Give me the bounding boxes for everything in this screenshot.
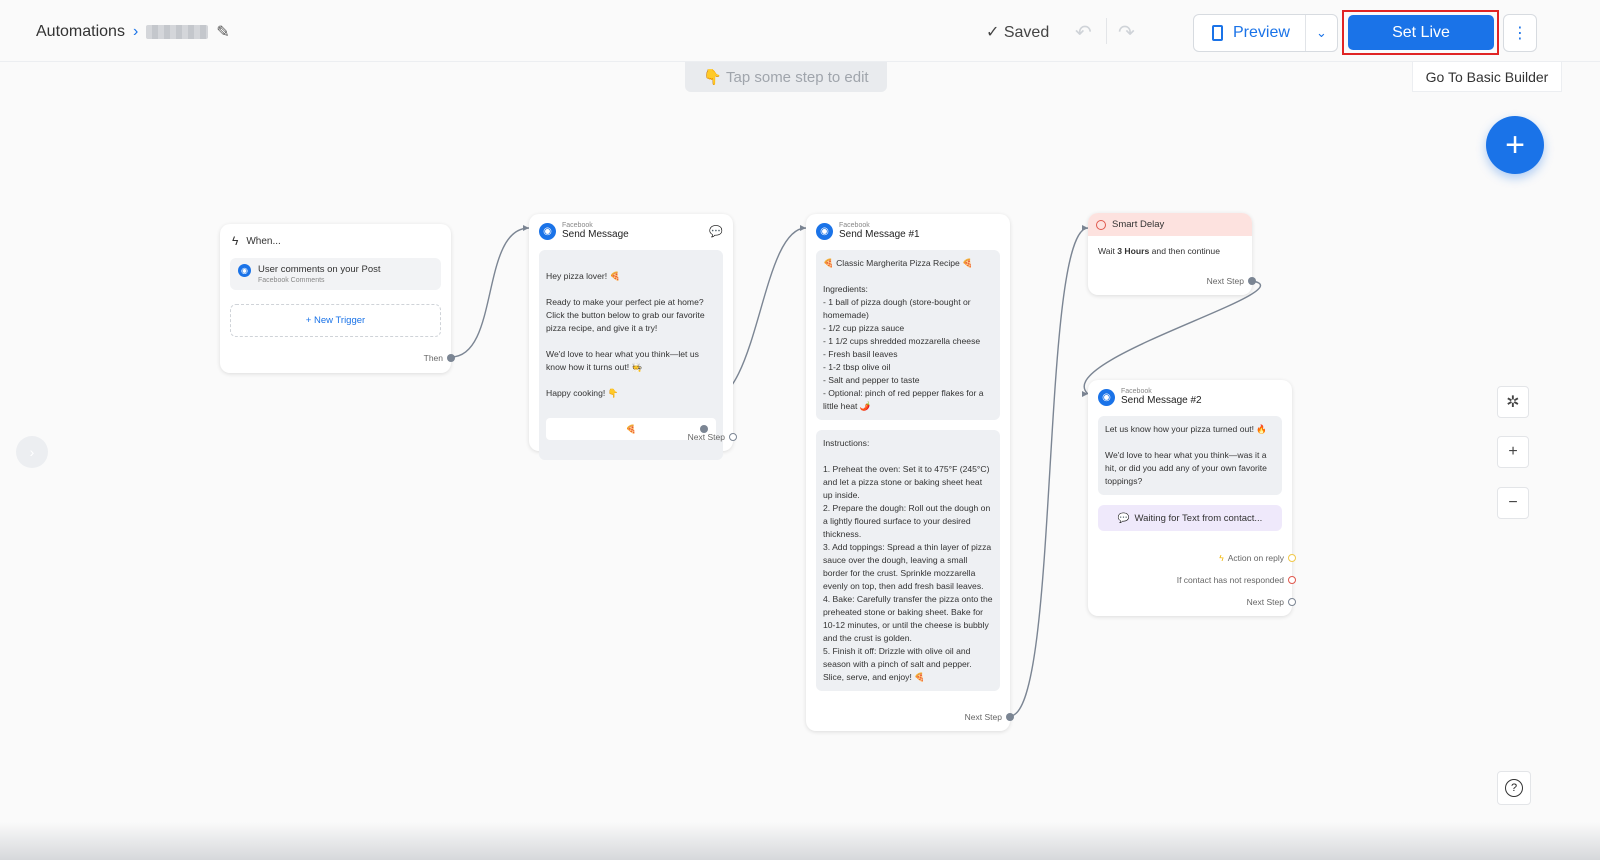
message-button-label: 🍕	[625, 423, 637, 434]
message-bubble: 🍕 Classic Margherita Pizza Recipe 🍕 Ingr…	[816, 250, 1000, 420]
output-port-dot[interactable]	[447, 354, 455, 362]
next-step-port[interactable]: Next Step	[688, 432, 737, 442]
trigger-label: User comments on your Post	[258, 264, 381, 275]
next-step-port[interactable]: Next Step	[1207, 276, 1256, 286]
trigger-source: Facebook Comments	[258, 277, 325, 284]
output-port-ring[interactable]	[1288, 554, 1296, 562]
trigger-item[interactable]: ◉ User comments on your Post Facebook Co…	[230, 258, 441, 290]
channel-label: Facebook	[562, 222, 593, 229]
messenger-icon: ◉	[1098, 388, 1115, 406]
action-on-reply-label: Action on reply	[1227, 553, 1284, 563]
output-port-ring[interactable]	[1288, 576, 1296, 584]
waiting-label: Waiting for Text from contact...	[1134, 512, 1263, 524]
card-title: Send Message #1	[839, 229, 920, 240]
messenger-icon: ◉	[539, 222, 556, 240]
output-port-dot[interactable]	[1248, 277, 1256, 285]
smart-delay-header: Smart Delay	[1088, 213, 1252, 236]
clock-icon	[1096, 219, 1106, 230]
channel-label: Facebook	[839, 222, 870, 229]
lightning-icon: ϟ	[232, 234, 239, 248]
output-port-ring[interactable]	[729, 433, 737, 441]
message-bubble: Hey pizza lover! 🍕 Ready to make your pe…	[539, 250, 723, 460]
wait-suffix: and then continue	[1149, 246, 1220, 256]
card-title: Send Message	[562, 229, 629, 240]
next-step-label: Next Step	[1246, 597, 1284, 607]
wait-value: 3 Hours	[1117, 246, 1150, 256]
message-bubble: Let us know how your pizza turned out! 🔥…	[1098, 416, 1282, 495]
send-message-card[interactable]: ◉ Facebook Send Message 💬 Hey pizza love…	[529, 214, 737, 460]
next-step-label: Next Step	[687, 432, 725, 442]
send-message-1-card[interactable]: ◉ Facebook Send Message #1 🍕 Classic Mar…	[806, 214, 1014, 731]
lightning-icon: ϟ	[1219, 553, 1224, 563]
trigger-card[interactable]: ϟ When... ◉ User comments on your Post F…	[220, 224, 455, 373]
next-step-label: Next Step	[1206, 276, 1244, 286]
messenger-icon: ◉	[238, 264, 251, 277]
channel-label: Facebook	[1121, 388, 1152, 395]
chat-bubble-icon: 💬	[1117, 512, 1130, 524]
waiting-reply-chip[interactable]: 💬 Waiting for Text from contact...	[1098, 505, 1282, 531]
output-port-dot[interactable]	[1006, 713, 1014, 721]
next-step-port[interactable]: Next Step	[965, 712, 1014, 722]
next-step-label: Next Step	[964, 712, 1002, 722]
next-step-port[interactable]: Next Step	[1247, 597, 1296, 607]
new-trigger-button[interactable]: + New Trigger	[230, 304, 441, 337]
action-on-reply-port[interactable]: ϟ Action on reply	[1219, 553, 1296, 563]
send-message-2-card[interactable]: ◉ Facebook Send Message #2 Let us know h…	[1088, 380, 1296, 616]
messenger-icon: ◉	[816, 222, 833, 240]
card-title: Send Message #2	[1121, 395, 1202, 406]
output-port-ring[interactable]	[1288, 598, 1296, 606]
bottom-shadow	[0, 822, 1600, 860]
smart-delay-card[interactable]: Smart Delay Wait 3 Hours and then contin…	[1088, 213, 1256, 295]
trigger-title: When...	[246, 235, 281, 247]
not-responded-port[interactable]: If contact has not responded	[1177, 575, 1296, 585]
wait-prefix: Wait	[1098, 246, 1118, 256]
not-responded-label: If contact has not responded	[1176, 575, 1284, 585]
then-port[interactable]: Then	[424, 353, 455, 363]
message-text: Hey pizza lover! 🍕 Ready to make your pe…	[546, 271, 705, 398]
then-label: Then	[423, 353, 443, 363]
comment-icon: 💬	[709, 225, 723, 238]
message-bubble: Instructions: 1. Preheat the oven: Set i…	[816, 430, 1000, 691]
card-title: Smart Delay	[1112, 219, 1165, 230]
delay-description: Wait 3 Hours and then continue	[1088, 236, 1252, 256]
flow-connections	[450, 225, 1262, 717]
